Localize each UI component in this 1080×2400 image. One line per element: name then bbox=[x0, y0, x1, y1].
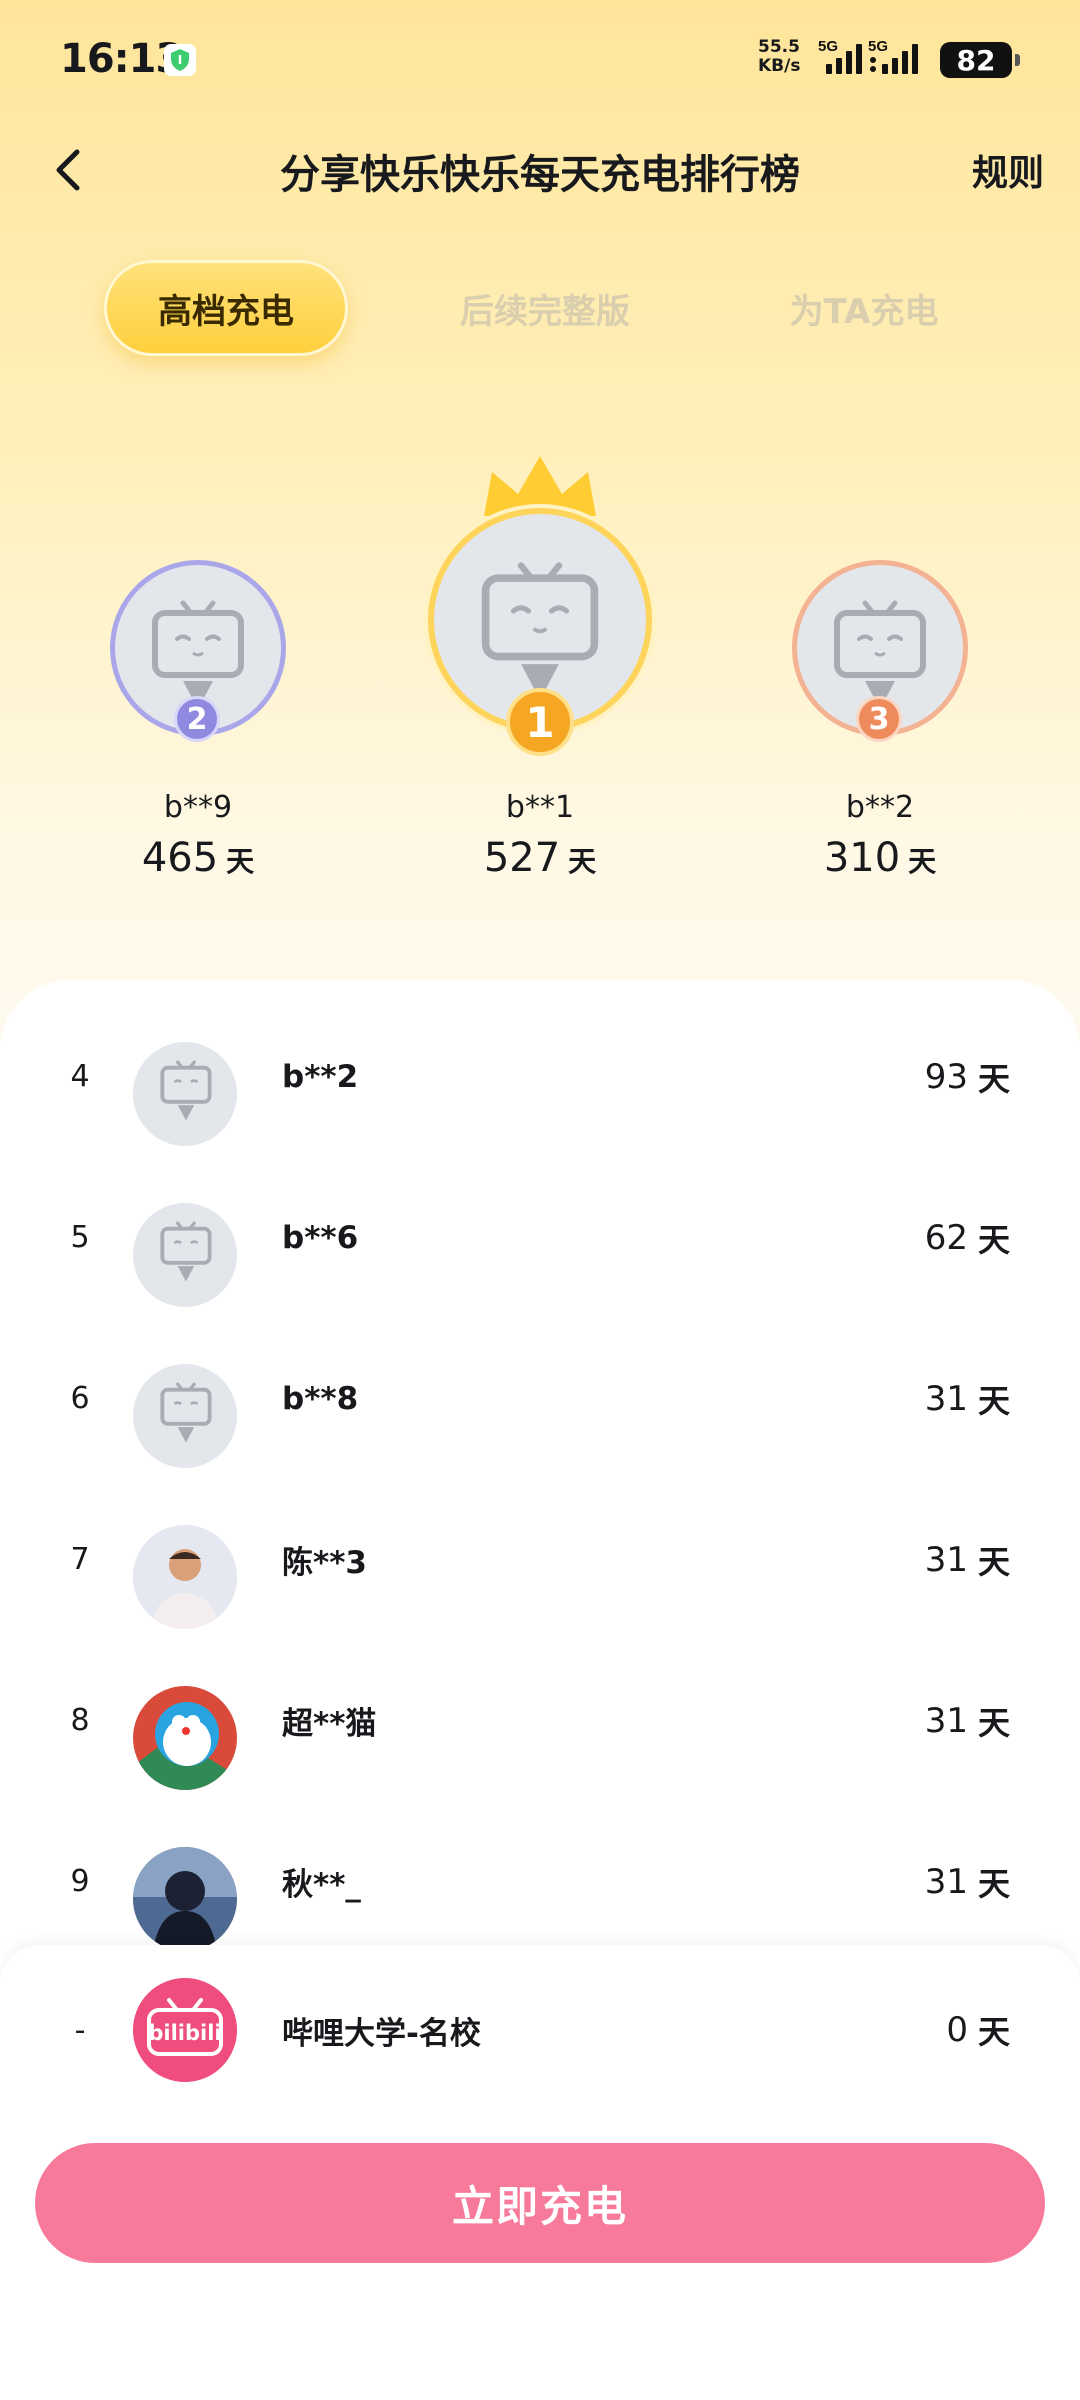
medal-3-badge: 3 bbox=[856, 696, 902, 742]
status-bar: 16:13 55.5 KB/s 5G 5G 82 bbox=[0, 0, 1080, 120]
charge-days: 62 天 bbox=[924, 1217, 1010, 1259]
bilibili-logo-icon: bilibili bbox=[133, 1978, 237, 2082]
default-tv-avatar-icon bbox=[160, 1221, 212, 1282]
avatar bbox=[133, 1686, 237, 1790]
rank-number: 8 bbox=[70, 1703, 90, 1738]
avatar bbox=[133, 1847, 237, 1951]
default-tv-avatar-icon bbox=[152, 600, 244, 709]
podium-name: b**9 bbox=[163, 790, 233, 825]
default-tv-avatar-icon bbox=[160, 1060, 212, 1121]
page-title: 分享快乐快乐每天充电排行榜 bbox=[280, 152, 800, 198]
user-name: b**6 bbox=[282, 1219, 359, 1256]
my-rank-panel: - bilibili 哔哩大学-名校 0天 立即充电 bbox=[0, 1945, 1080, 2400]
charge-days: 31 天 bbox=[924, 1378, 1010, 1420]
tab-charge-for-ta[interactable]: 为TA充电 bbox=[746, 260, 982, 356]
security-shield-icon bbox=[164, 44, 196, 76]
medal-1-badge: 1 bbox=[506, 688, 574, 756]
rank-number: 4 bbox=[70, 1059, 90, 1094]
list-item[interactable]: 9 秋**_ 31 天 bbox=[0, 1801, 1080, 1962]
avatar bbox=[133, 1525, 237, 1629]
avatar bbox=[133, 1203, 237, 1307]
anime-boy-avatar-icon bbox=[133, 1847, 237, 1951]
signal-5g-icon: 5G bbox=[818, 38, 862, 74]
list-item[interactable]: 7 陈**3 31 天 bbox=[0, 1479, 1080, 1640]
podium-days: 465 天 bbox=[141, 835, 255, 881]
list-item[interactable]: 6 b**8 31 天 bbox=[0, 1318, 1080, 1479]
default-tv-avatar-icon bbox=[160, 1382, 212, 1443]
my-rank-row[interactable]: - bilibili 哔哩大学-名校 0天 bbox=[0, 1945, 1080, 2115]
tab-premium-charge[interactable]: 高档充电 bbox=[104, 260, 348, 356]
charge-now-button[interactable]: 立即充电 bbox=[35, 2143, 1045, 2263]
svg-text:bilibili: bilibili bbox=[148, 2021, 221, 2045]
default-tv-avatar-icon bbox=[481, 562, 599, 700]
user-name: 超**猫 bbox=[282, 1706, 377, 1742]
rank-number: 6 bbox=[70, 1381, 90, 1416]
rules-link[interactable]: 规则 bbox=[972, 144, 1044, 196]
list-item[interactable]: 5 b**6 62 天 bbox=[0, 1157, 1080, 1318]
charge-days: 93 天 bbox=[924, 1056, 1010, 1098]
user-name: b**8 bbox=[282, 1380, 359, 1417]
header: 分享快乐快乐每天充电排行榜 规则 bbox=[0, 120, 1080, 220]
avatar: bilibili bbox=[133, 1978, 237, 2082]
tab-bar: 高档充电 后续完整版 为TA充电 bbox=[0, 260, 1080, 356]
rank-number: - bbox=[74, 2012, 86, 2048]
doraemon-avatar-icon bbox=[133, 1686, 237, 1790]
user-name: 陈**3 bbox=[282, 1545, 367, 1581]
battery-indicator: 82 bbox=[940, 42, 1020, 78]
charge-days: 31 天 bbox=[924, 1861, 1010, 1903]
avatar bbox=[133, 1364, 237, 1468]
charge-days: 31 天 bbox=[924, 1539, 1010, 1581]
charge-days: 0天 bbox=[946, 2010, 1010, 2051]
charge-days: 31 天 bbox=[924, 1700, 1010, 1742]
list-item[interactable]: 4 b**2 93 天 bbox=[0, 996, 1080, 1157]
svg-text:5G: 5G bbox=[868, 38, 888, 55]
tab-full-version[interactable]: 后续完整版 bbox=[418, 260, 672, 356]
rank-number: 5 bbox=[70, 1220, 90, 1255]
top-three-podium: 2 b**9 465 天 1 b**1 527 天 3 b**2 310 天 bbox=[0, 440, 1080, 900]
rank-number: 9 bbox=[70, 1864, 90, 1899]
user-name: 秋**_ bbox=[282, 1867, 361, 1903]
podium-name: b**1 bbox=[505, 790, 575, 825]
user-name: b**2 bbox=[282, 1058, 359, 1095]
user-name: 哔哩大学-名校 bbox=[282, 2015, 481, 2052]
rank-number: 7 bbox=[70, 1542, 90, 1577]
medal-2-badge: 2 bbox=[174, 696, 220, 742]
podium-days: 310 天 bbox=[823, 835, 937, 881]
default-tv-avatar-icon bbox=[834, 600, 926, 709]
network-speed: 55.5 KB/s bbox=[758, 37, 801, 76]
photo-man-avatar-icon bbox=[133, 1525, 237, 1629]
podium-days: 527 天 bbox=[483, 835, 597, 881]
podium-name: b**2 bbox=[845, 790, 915, 825]
svg-text:5G: 5G bbox=[818, 38, 838, 55]
signal-5g-2-icon: 5G bbox=[868, 38, 918, 74]
list-item[interactable]: 8 超**猫 31 天 bbox=[0, 1640, 1080, 1801]
avatar bbox=[133, 1042, 237, 1146]
